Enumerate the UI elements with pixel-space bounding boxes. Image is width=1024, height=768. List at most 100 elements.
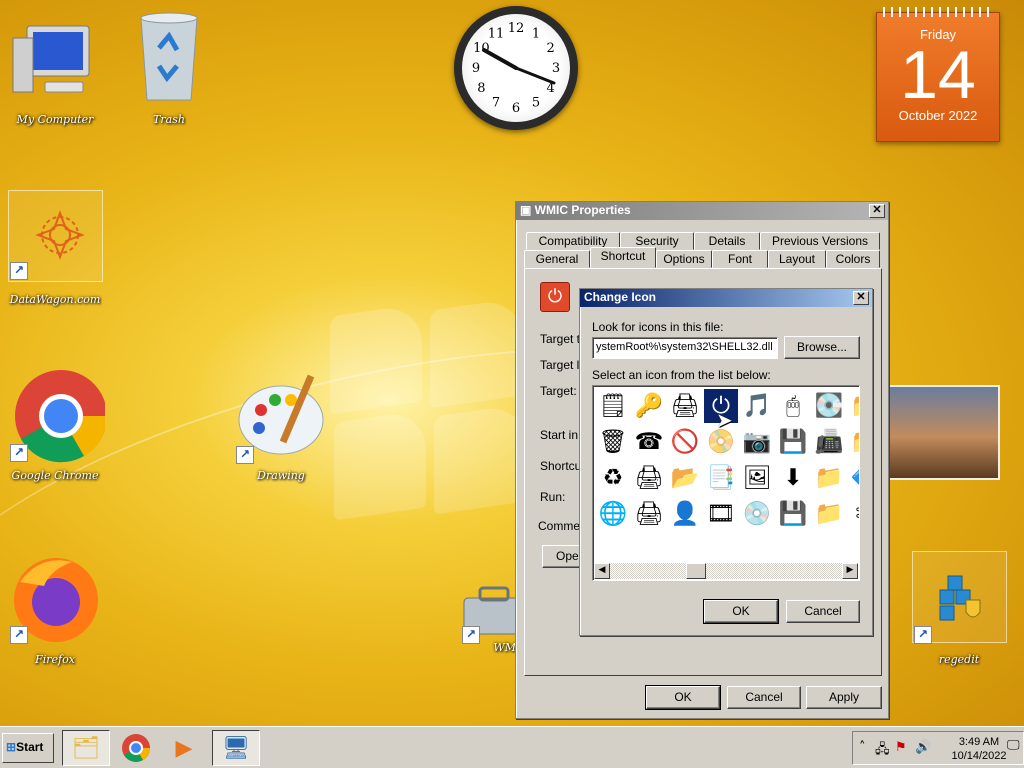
control-panel-icon: 🖥 [222, 735, 250, 761]
desktop-icon-google-chrome[interactable]: ↗ Google Chrome [0, 368, 110, 482]
network-icon[interactable]: 🖧 [875, 740, 890, 762]
icon-option[interactable]: 🗒 [596, 389, 630, 423]
desktop-icon-datawagon[interactable]: ↗ DataWagon.com [0, 208, 110, 306]
tab-options[interactable]: Options [656, 250, 712, 268]
clock-numeral: 1 [532, 26, 540, 41]
scroll-thumb[interactable] [686, 563, 706, 579]
clock-gadget[interactable]: 12 1 2 3 4 5 6 7 8 9 10 11 [454, 6, 578, 130]
icon-option[interactable]: 👤 [668, 497, 702, 531]
icon-option[interactable]: 💾 [776, 497, 810, 531]
icon-option[interactable]: 🎞 [704, 497, 738, 531]
tab-previous-versions[interactable]: Previous Versions [760, 232, 880, 250]
shortcut-arrow-icon: ↗ [236, 446, 254, 464]
icon-option[interactable]: 📑 [704, 461, 738, 495]
select-icon-label: Select an icon from the list below: [592, 368, 771, 382]
ok-button[interactable]: OK [703, 599, 779, 624]
desktop-icon-wmic[interactable]: ↗ WM [454, 580, 516, 654]
shortcut-icon: ⏻ [540, 282, 570, 312]
icon-option[interactable]: ☎ [632, 425, 666, 459]
icon-option[interactable]: 💿 [740, 497, 774, 531]
icon-option[interactable]: 🌐 [596, 497, 630, 531]
slideshow-gadget[interactable] [886, 385, 1000, 480]
horizontal-scrollbar[interactable]: ◀ ▶ [594, 563, 858, 579]
icon-option[interactable]: ⬇ [776, 461, 810, 495]
desktop-icon-label: Firefox [35, 653, 75, 666]
start-button[interactable]: ⊞Start [2, 733, 54, 763]
icon-option[interactable]: ♻ [596, 461, 630, 495]
close-button[interactable]: ✕ [853, 291, 869, 305]
calendar-rings [883, 7, 993, 17]
label-target: Target: [540, 384, 577, 398]
icon-option[interactable]: 📷 [740, 425, 774, 459]
label-start-in: Start in: [540, 428, 582, 442]
clock-numeral: 7 [492, 96, 500, 111]
icon-option[interactable]: 🖨 [632, 461, 666, 495]
properties-titlebar[interactable]: ▣ WMIC Properties ✕ [516, 202, 888, 220]
look-for-icons-label: Look for icons in this file: [592, 320, 724, 334]
icon-option[interactable]: 📂 [668, 461, 702, 495]
icon-option[interactable]: 🗑 [596, 425, 630, 459]
icon-option[interactable]: 🔷 [848, 461, 859, 495]
icon-file-path-input[interactable]: ystemRoot%\system32\SHELL32.dll [592, 337, 778, 359]
tray-time: 3:49 AM [958, 736, 1000, 748]
shortcut-arrow-icon: ↗ [462, 626, 480, 644]
clock-numeral: 5 [532, 96, 540, 111]
browse-button[interactable]: Browse... [784, 336, 860, 359]
wallpaper-windows-logo [330, 297, 530, 530]
icon-option[interactable]: 💾 [776, 425, 810, 459]
icon-option[interactable]: 🖨 [632, 497, 666, 531]
tab-general[interactable]: General [524, 250, 590, 268]
icon-option[interactable]: 📁 [848, 425, 859, 459]
tray-date: 10/14/2022 [951, 750, 1007, 762]
tab-font[interactable]: Font [712, 250, 768, 268]
desktop-icon-regedit[interactable]: ↗ regedit [904, 570, 1014, 666]
icon-option[interactable]: 🖱 [776, 389, 810, 423]
datawagon-icon [35, 210, 85, 260]
cancel-button[interactable]: Cancel [786, 600, 860, 623]
show-hidden-icons-icon[interactable]: ˄ [859, 740, 866, 755]
icon-option[interactable]: ✂ [848, 497, 859, 531]
desktop-icon-label: Drawing [257, 469, 305, 482]
show-desktop-icon[interactable]: 🖵 [1007, 738, 1020, 753]
apply-button[interactable]: Apply [806, 686, 882, 709]
tab-shortcut[interactable]: Shortcut [590, 247, 656, 268]
windows-logo-icon: ⊞ [6, 740, 17, 754]
taskbar-media-player[interactable]: ▶ [160, 730, 208, 766]
cancel-button[interactable]: Cancel [727, 686, 801, 709]
tab-layout[interactable]: Layout [768, 250, 826, 268]
icon-option[interactable]: 📁 [812, 461, 846, 495]
action-center-icon[interactable]: ⚑ [895, 740, 907, 755]
icon-option[interactable]: 🚫 [668, 425, 702, 459]
shortcut-arrow-icon: ↗ [10, 626, 28, 644]
change-icon-titlebar[interactable]: Change Icon ✕ [580, 289, 872, 307]
icon-option[interactable]: 🔑 [632, 389, 666, 423]
change-icon-dialog: Change Icon ✕ Look for icons in this fil… [579, 288, 873, 636]
desktop-icon-trash[interactable]: Trash [114, 8, 224, 126]
ok-button[interactable]: OK [645, 685, 721, 710]
icon-option[interactable]: 💽 [812, 389, 846, 423]
icon-option[interactable]: 🖨 [668, 389, 702, 423]
taskbar-explorer[interactable]: 🗂 [62, 730, 110, 766]
icon-option[interactable]: 🎵 [740, 389, 774, 423]
close-button[interactable]: ✕ [869, 204, 885, 218]
icon-option[interactable]: 🖼 [740, 461, 774, 495]
scroll-left-icon[interactable]: ◀ [594, 563, 610, 579]
calendar-date: 14 [900, 37, 976, 113]
taskbar-control-panel[interactable]: 🖥 [212, 730, 260, 766]
clock-face: 12 1 2 3 4 5 6 7 8 9 10 11 [462, 14, 570, 122]
volume-icon[interactable]: 🔊 [915, 740, 931, 755]
desktop-icon-firefox[interactable]: ↗ Firefox [0, 552, 110, 666]
desktop-icon-my-computer[interactable]: My Computer [0, 8, 110, 126]
dialog-title: Change Icon [584, 290, 657, 304]
icon-option[interactable]: 📠 [812, 425, 846, 459]
clock-numeral: 2 [547, 41, 555, 56]
taskbar-chrome[interactable] [112, 730, 160, 766]
desktop-icon-drawing[interactable]: ↗ Drawing [226, 370, 336, 482]
tray-clock[interactable]: 3:49 AM 10/14/2022 [947, 735, 1011, 763]
scroll-right-icon[interactable]: ▶ [842, 563, 858, 579]
calendar-gadget[interactable]: Friday 14 October 2022 [876, 7, 1000, 142]
tab-colors[interactable]: Colors [826, 250, 880, 268]
tab-details[interactable]: Details [694, 232, 760, 250]
icon-option[interactable]: 📁 [848, 389, 859, 423]
icon-option[interactable]: 📁 [812, 497, 846, 531]
